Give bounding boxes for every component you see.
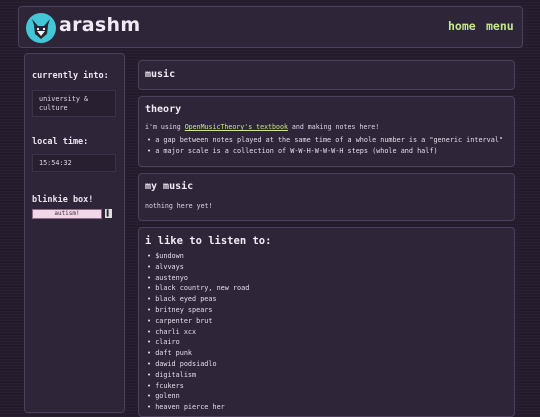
theory-note: a gap between notes played at the same t… — [147, 135, 503, 146]
my-music-card: my music nothing here yet! — [138, 173, 515, 221]
currently-into-heading: currently into: — [32, 71, 109, 81]
listen-card: i like to listen to: $undownalvvaysauste… — [138, 227, 515, 417]
theory-intro-before: i'm using — [145, 123, 185, 131]
artist-list-item: daft punk — [147, 348, 249, 359]
currently-into-value: university & culture — [39, 95, 89, 113]
music-section-card: music — [138, 60, 515, 90]
artist-list-item: heaven pierce her — [147, 402, 249, 413]
my-music-heading: my music — [145, 181, 194, 192]
artist-list-item: black country, new road — [147, 283, 249, 294]
artist-list-item: britney spears — [147, 305, 249, 316]
theory-heading: theory — [145, 104, 182, 115]
artist-list-item: $undown — [147, 251, 249, 262]
theory-card: theory i'm using OpenMusicTheory's textb… — [138, 96, 515, 167]
theory-intro-after: and making notes here! — [287, 123, 380, 131]
listen-heading: i like to listen to: — [145, 235, 272, 247]
blinkie-heading: blinkie box! — [32, 195, 94, 205]
local-time-value: 15:54:32 — [39, 159, 72, 167]
my-music-text: nothing here yet! — [145, 202, 213, 210]
artist-list-item: clairo — [147, 337, 249, 348]
artist-list-item: fcukers — [147, 381, 249, 392]
theory-intro: i'm using OpenMusicTheory's textbook and… — [145, 123, 379, 131]
artist-list-item: carpenter brut — [147, 316, 249, 327]
sidebar: currently into: university & culture loc… — [24, 53, 125, 413]
local-time-heading: local time: — [32, 137, 89, 147]
openmusictheory-link[interactable]: OpenMusicTheory's textbook — [185, 123, 288, 131]
site-header: arashm home menu — [18, 6, 523, 48]
music-heading: music — [145, 69, 176, 80]
theory-notes-list: a gap between notes played at the same t… — [147, 135, 503, 157]
wolf-logo-icon[interactable] — [26, 13, 56, 43]
autism-blinkie: autism! — [32, 209, 102, 219]
artist-list-item: digitalism — [147, 370, 249, 381]
artist-list-item: austenyo — [147, 273, 249, 284]
local-time-box: 15:54:32 — [32, 154, 116, 172]
artist-list: $undownalvvaysaustenyoblack country, new… — [147, 251, 249, 413]
site-title: arashm — [59, 14, 141, 36]
nav-home-link[interactable]: home — [448, 19, 476, 33]
artist-list-item: charli xcx — [147, 327, 249, 338]
blinkie-small-icon: ▌ — [105, 209, 112, 218]
nav-menu-link[interactable]: menu — [486, 19, 514, 33]
artist-list-item: dawid podsiadlo — [147, 359, 249, 370]
currently-into-box: university & culture — [32, 90, 116, 117]
theory-note: a major scale is a collection of W-W-H-W… — [147, 146, 503, 157]
artist-list-item: golenn — [147, 391, 249, 402]
artist-list-item: black eyed peas — [147, 294, 249, 305]
artist-list-item: alvvays — [147, 262, 249, 273]
